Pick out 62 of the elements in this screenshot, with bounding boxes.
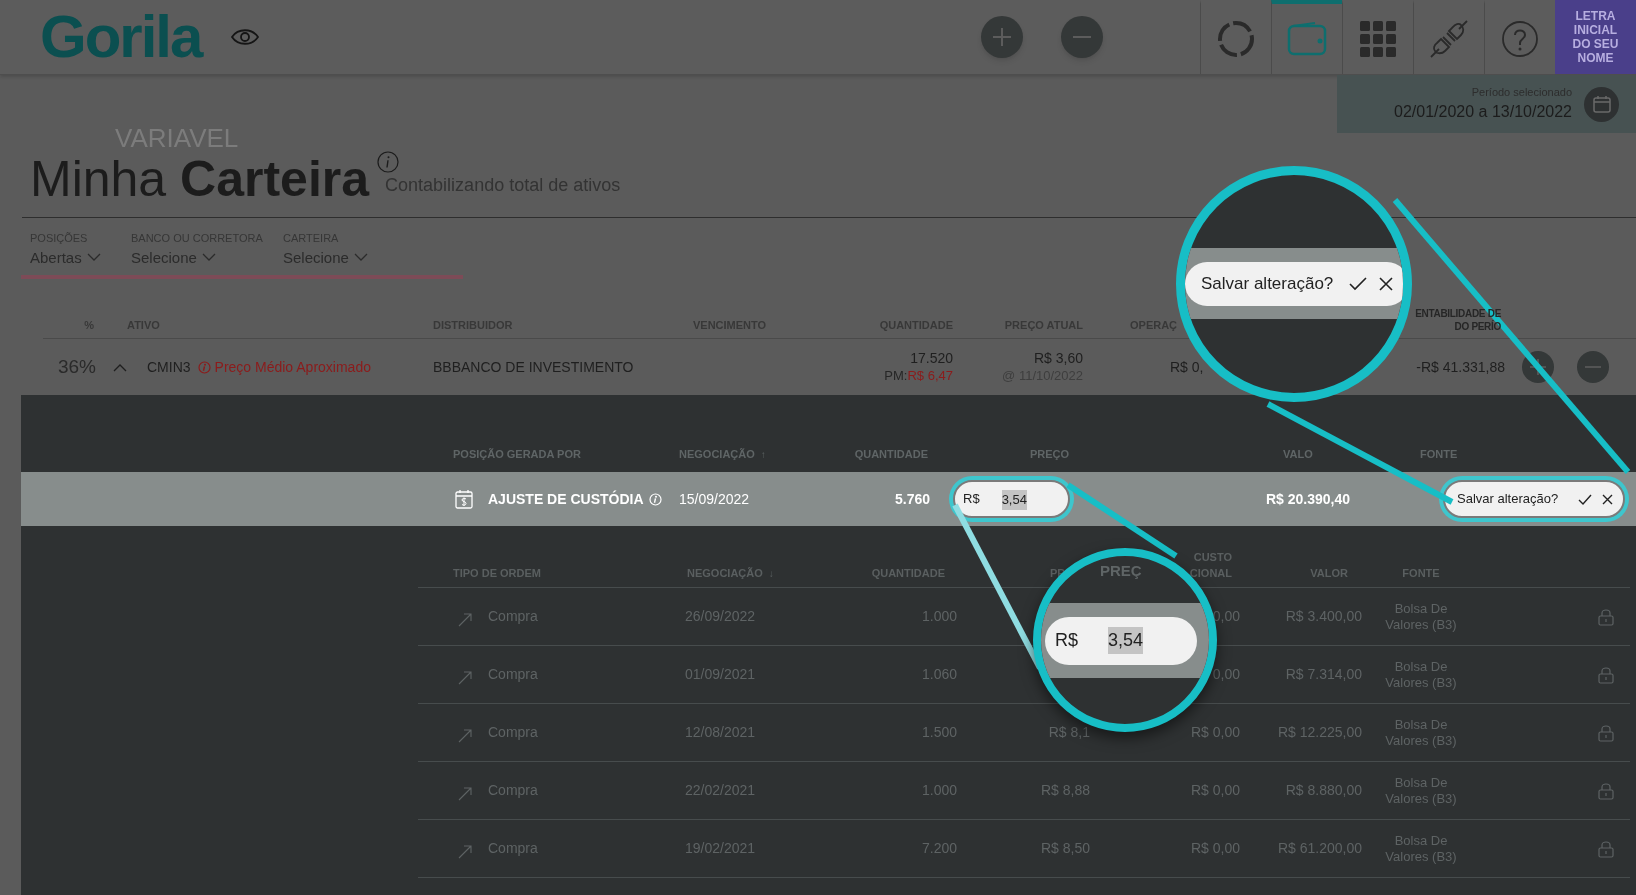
lock-icon: [1598, 839, 1614, 858]
info-icon: [648, 492, 662, 506]
close-icon: [1379, 276, 1393, 291]
table-cell-text: R$ 0,: [1169, 357, 1200, 377]
logo: Gorila: [40, 7, 202, 67]
calendar-icon: [1592, 95, 1611, 113]
save-prompt-text: Salvar alteração?: [1457, 490, 1559, 509]
confirm-button[interactable]: [1578, 493, 1592, 505]
quantity-value: 17.520: [910, 350, 953, 367]
chevron-up-icon: [113, 362, 127, 372]
sort-arrow[interactable]: ↑: [760, 447, 766, 463]
calendar-button[interactable]: [1584, 86, 1619, 122]
page-title: Minha Carteira: [30, 153, 370, 205]
chevron-down-icon: [86, 253, 101, 263]
quantity-value: 5.760: [893, 489, 930, 509]
grid-icon: [1360, 21, 1396, 57]
arrow-up-right-icon: [458, 612, 472, 627]
plug-icon: [1429, 19, 1469, 59]
remove-button[interactable]: [1577, 351, 1609, 383]
chevron-down-icon: [201, 253, 216, 263]
lock-icon: [1598, 665, 1614, 684]
help-icon: [1501, 20, 1539, 58]
arrow-up-right-icon: [458, 844, 472, 859]
total-value: R$ 20.390,40: [1264, 489, 1350, 509]
close-icon: [1602, 493, 1613, 505]
distributor-name: BBBANCO DE INVESTIMENTO: [433, 357, 635, 377]
calendar-dollar-icon: [455, 489, 473, 509]
arrow-up-right-icon: [458, 728, 472, 743]
lock-icon: [1598, 781, 1614, 800]
column-header: %: [83, 317, 95, 333]
lock-icon: [1598, 607, 1614, 626]
info-icon: [377, 151, 400, 173]
ring-icon: [1217, 20, 1255, 58]
cancel-button[interactable]: [1379, 276, 1393, 291]
plus-icon: [992, 27, 1012, 47]
arrow-up-right-icon: [458, 670, 472, 685]
asset-ticker: CMIN3: [147, 357, 191, 377]
price-value: R$ 3,60: [1033, 350, 1083, 367]
check-icon: [1349, 276, 1367, 291]
remove-button[interactable]: [1061, 16, 1103, 58]
cancel-button[interactable]: [1602, 493, 1613, 505]
eye-icon: [231, 28, 260, 46]
selected-text: 3,54: [1001, 490, 1027, 510]
confirm-button[interactable]: [1349, 276, 1367, 291]
result-value: -R$ 41.331,88: [1415, 357, 1505, 377]
price-input[interactable]: R$ 3,54: [1045, 616, 1197, 665]
plus-icon: [1529, 358, 1547, 376]
average-price: R$ 6,47: [907, 367, 953, 384]
wallet-icon: [1287, 22, 1327, 56]
selected-text: 3,54: [1108, 627, 1144, 654]
date-value: 15/09/2022: [679, 489, 751, 509]
origin-label: AJUSTE DE CUSTÓDIA: [488, 489, 644, 509]
check-icon: [1578, 493, 1592, 505]
minus-icon: [1072, 35, 1092, 39]
chevron-down-icon: [353, 253, 368, 263]
warning-text: Preço Médio Aproximado: [214, 357, 371, 377]
save-prompt-text: Salvar alteração?: [1201, 272, 1334, 295]
sort-arrow[interactable]: ↓: [768, 566, 774, 581]
lock-icon: [1598, 723, 1614, 742]
arrow-up-right-icon: [458, 786, 472, 801]
avatar[interactable]: LETRA INICIAL DO SEU NOME: [1555, 0, 1636, 74]
info-icon: [197, 360, 211, 374]
